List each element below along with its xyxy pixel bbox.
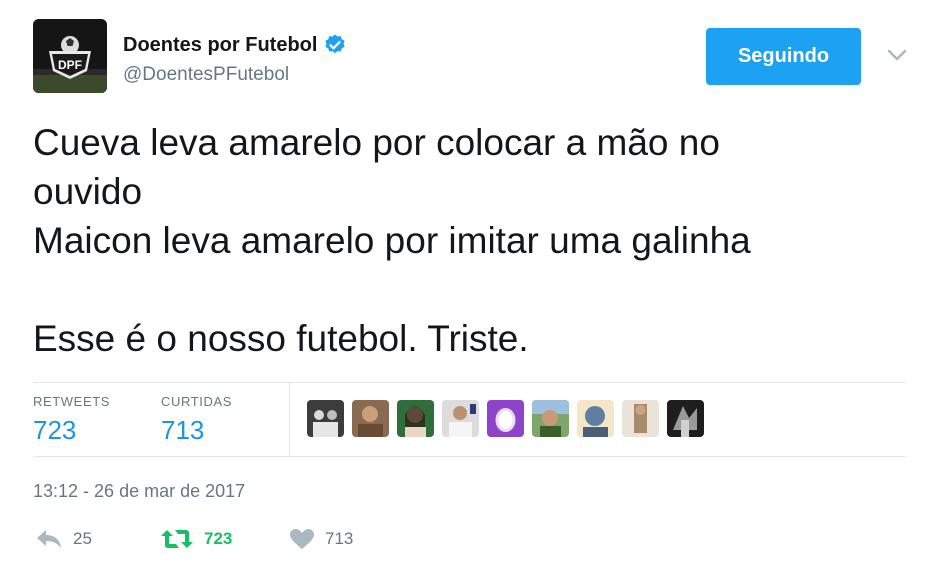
reply-action[interactable]: 25: [35, 528, 92, 550]
account-avatar[interactable]: DPF: [33, 19, 107, 93]
liker-avatar[interactable]: [622, 400, 659, 437]
account-name-row: Doentes por Futebol: [123, 33, 347, 57]
chevron-down-icon[interactable]: [886, 44, 908, 66]
stats-bottom-divider: [33, 456, 906, 457]
liker-avatar[interactable]: [577, 400, 614, 437]
account-handle[interactable]: @DoentesPFutebol: [123, 64, 289, 86]
tweet-line: Cueva leva amarelo por colocar a mão no …: [33, 122, 731, 212]
following-button[interactable]: Seguindo: [706, 28, 861, 85]
liker-avatar[interactable]: [442, 400, 479, 437]
liker-avatar[interactable]: [487, 400, 524, 437]
liker-avatar[interactable]: [667, 400, 704, 437]
tweet-timestamp[interactable]: 13:12 - 26 de mar de 2017: [33, 481, 245, 502]
tweet-line: [33, 265, 893, 314]
likes-stat[interactable]: CURTIDAS 713: [161, 394, 232, 446]
retweet-icon: [161, 530, 193, 548]
verified-badge-icon: [325, 34, 346, 54]
retweets-value: 723: [33, 415, 77, 445]
likes-value: 713: [161, 415, 205, 445]
retweet-action[interactable]: 723: [160, 528, 232, 550]
dpf-logo: DPF: [33, 19, 107, 93]
retweet-count: 723: [204, 529, 233, 548]
liker-avatar[interactable]: [307, 400, 344, 437]
likes-label: CURTIDAS: [161, 394, 233, 409]
like-count: 713: [325, 529, 354, 548]
retweets-stat[interactable]: RETWEETS 723: [33, 394, 110, 446]
stats-top-divider: [33, 382, 906, 383]
like-action[interactable]: 713: [289, 528, 353, 550]
tweet-line: Maicon leva amarelo por imitar uma galin…: [33, 220, 751, 261]
liker-avatar[interactable]: [352, 400, 389, 437]
reply-icon: [37, 530, 61, 548]
liker-avatar[interactable]: [532, 400, 569, 437]
tweet-line: Esse é o nosso futebol. Triste.: [33, 318, 529, 359]
avatar-logo-text: DPF: [58, 58, 82, 72]
liker-avatar[interactable]: [397, 400, 434, 437]
retweets-label: RETWEETS: [33, 394, 111, 409]
heart-icon: [290, 529, 314, 549]
stats-vertical-divider: [289, 383, 290, 456]
reply-count: 25: [73, 529, 92, 548]
display-name[interactable]: Doentes por Futebol: [123, 34, 317, 57]
likers-avatars: [307, 400, 704, 437]
tweet-text: Cueva leva amarelo por colocar a mão no …: [33, 118, 893, 363]
